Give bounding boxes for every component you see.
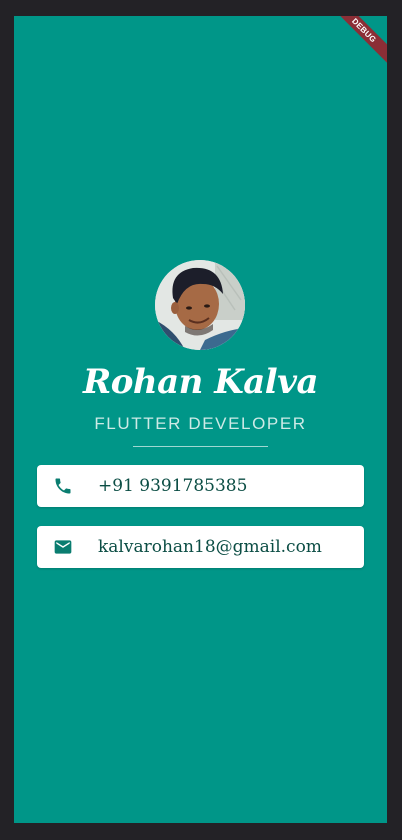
phone-card[interactable]: +91 9391785385 [37,465,364,507]
email-address: kalvarohan18@gmail.com [98,537,322,557]
profile-name: Rohan Kalva [82,362,319,402]
debug-banner: DEBUG [327,16,387,67]
phone-icon [55,478,71,494]
profile-photo [155,260,245,350]
email-card[interactable]: kalvarohan18@gmail.com [37,526,364,568]
device-frame: DEBUG Rohan Kalva FLUTTER DEVELOPER +91 … [0,0,402,840]
app-screen: DEBUG Rohan Kalva FLUTTER DEVELOPER +91 … [14,16,387,823]
avatar [155,260,245,350]
divider [133,446,268,447]
phone-number: +91 9391785385 [98,476,248,496]
email-icon [54,540,72,554]
profile-role: FLUTTER DEVELOPER [94,414,307,433]
